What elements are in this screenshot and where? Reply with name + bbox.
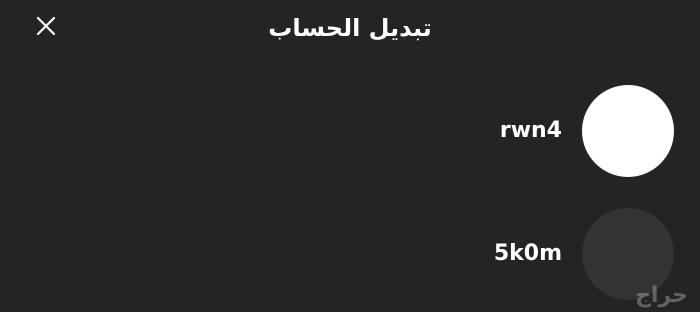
account-username: rwn4 [499, 118, 562, 143]
account-item-5k0m[interactable]: 5k0m [0, 208, 700, 304]
page-title: تبديل الحساب [268, 14, 432, 42]
account-username: 5k0m [493, 241, 562, 266]
avatar [582, 85, 674, 177]
haraj-watermark: حراج [635, 283, 688, 308]
account-item-rwn4[interactable]: rwn4 [0, 85, 700, 181]
